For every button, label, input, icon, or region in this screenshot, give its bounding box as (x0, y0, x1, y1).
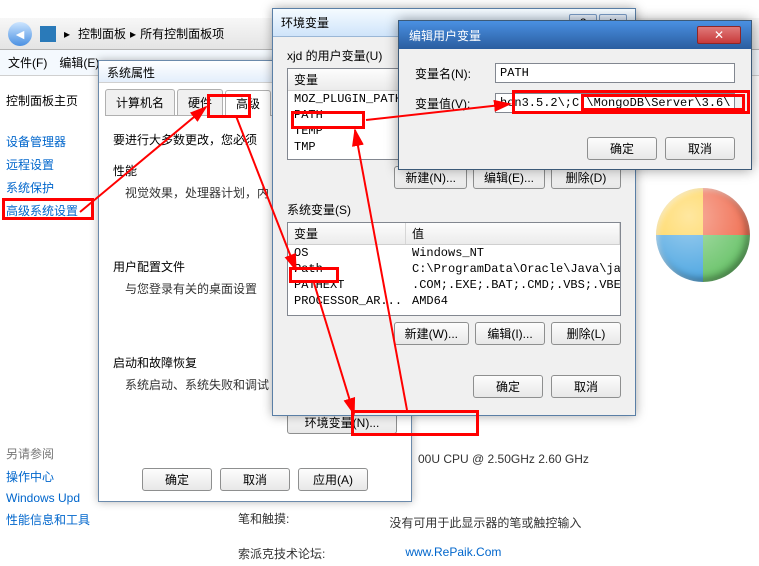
breadcrumb-1[interactable]: 控制面板 (78, 25, 126, 42)
edit-cancel-button[interactable]: 取消 (665, 137, 735, 160)
pen-touch-value: 没有可用于此显示器的笔或触控输入 (389, 514, 581, 531)
cancel-button[interactable]: 取消 (220, 468, 290, 491)
tab-computer-name[interactable]: 计算机名 (105, 89, 175, 115)
env-cancel-button[interactable]: 取消 (551, 375, 621, 398)
list-row: OSWindows_NT (288, 245, 620, 261)
menu-file[interactable]: 文件(F) (8, 54, 47, 71)
control-panel-icon (40, 26, 56, 42)
sys-edit-button[interactable]: 编辑(I)... (475, 322, 545, 345)
title-text: 编辑用户变量 (409, 27, 481, 44)
sidebar-perf-info[interactable]: 性能信息和工具 (6, 511, 90, 528)
breadcrumb-sep: ▸ (64, 27, 70, 41)
ok-button[interactable]: 确定 (142, 468, 212, 491)
var-name-input[interactable] (495, 63, 735, 83)
sys-vars-label: 系统变量(S) (287, 201, 621, 218)
sidebar-remote[interactable]: 远程设置 (6, 156, 90, 173)
forum-label: 索派克技术论坛: (238, 545, 325, 562)
list-row: PathC:\ProgramData\Oracle\Java\java... (288, 261, 620, 277)
sys-vars-list[interactable]: 变量 值 OSWindows_NT PathC:\ProgramData\Ora… (287, 222, 621, 316)
var-value-label: 变量值(V): (415, 95, 495, 112)
apply-button[interactable]: 应用(A) (298, 468, 368, 491)
sys-new-button[interactable]: 新建(W)... (394, 322, 469, 345)
back-icon[interactable]: ◄ (8, 22, 32, 46)
sidebar-winupdate[interactable]: Windows Upd (6, 491, 90, 505)
edit-ok-button[interactable]: 确定 (587, 137, 657, 160)
list-row: PROCESSOR_AR...AMD64 (288, 293, 620, 309)
title-text: 环境变量 (281, 14, 329, 31)
cpu-info: 00U CPU @ 2.50GHz 2.60 GHz (418, 452, 747, 466)
var-value-input[interactable] (495, 93, 735, 113)
menu-edit[interactable]: 编辑(E) (59, 54, 99, 71)
tab-advanced[interactable]: 高级 (225, 90, 271, 116)
pen-touch-label: 笔和触摸: (238, 512, 289, 526)
col-header-var[interactable]: 变量 (288, 223, 406, 244)
sidebar-see-also: 另请参阅 (6, 447, 54, 461)
sys-delete-button[interactable]: 删除(L) (551, 322, 621, 345)
var-name-label: 变量名(N): (415, 65, 495, 82)
windows-logo-icon (656, 188, 750, 282)
sidebar-advanced[interactable]: 高级系统设置 (6, 202, 90, 219)
sidebar-action-center[interactable]: 操作中心 (6, 468, 90, 485)
sidebar: 控制面板主页 设备管理器 远程设置 系统保护 高级系统设置 另请参阅 操作中心 … (0, 76, 96, 549)
breadcrumb-sep: ▸ (130, 27, 136, 41)
col-header-var[interactable]: 变量 (288, 69, 406, 90)
sidebar-device-mgr[interactable]: 设备管理器 (6, 133, 90, 150)
tab-hardware[interactable]: 硬件 (177, 89, 223, 115)
env-ok-button[interactable]: 确定 (473, 375, 543, 398)
edit-user-var-dialog: 编辑用户变量 ✕ 变量名(N): 变量值(V): 确定 取消 (398, 20, 752, 170)
close-icon[interactable]: ✕ (697, 26, 741, 44)
breadcrumb[interactable]: 控制面板 ▸ 所有控制面板项 (78, 25, 224, 42)
sidebar-home[interactable]: 控制面板主页 (6, 92, 90, 109)
col-header-val[interactable]: 值 (406, 223, 620, 244)
forum-link[interactable]: www.RePaik.Com (405, 545, 501, 562)
sidebar-protection[interactable]: 系统保护 (6, 179, 90, 196)
edit-dialog-title: 编辑用户变量 ✕ (399, 21, 751, 49)
breadcrumb-2[interactable]: 所有控制面板项 (140, 25, 224, 42)
list-row: PATHEXT.COM;.EXE;.BAT;.CMD;.VBS;.VBE;... (288, 277, 620, 293)
